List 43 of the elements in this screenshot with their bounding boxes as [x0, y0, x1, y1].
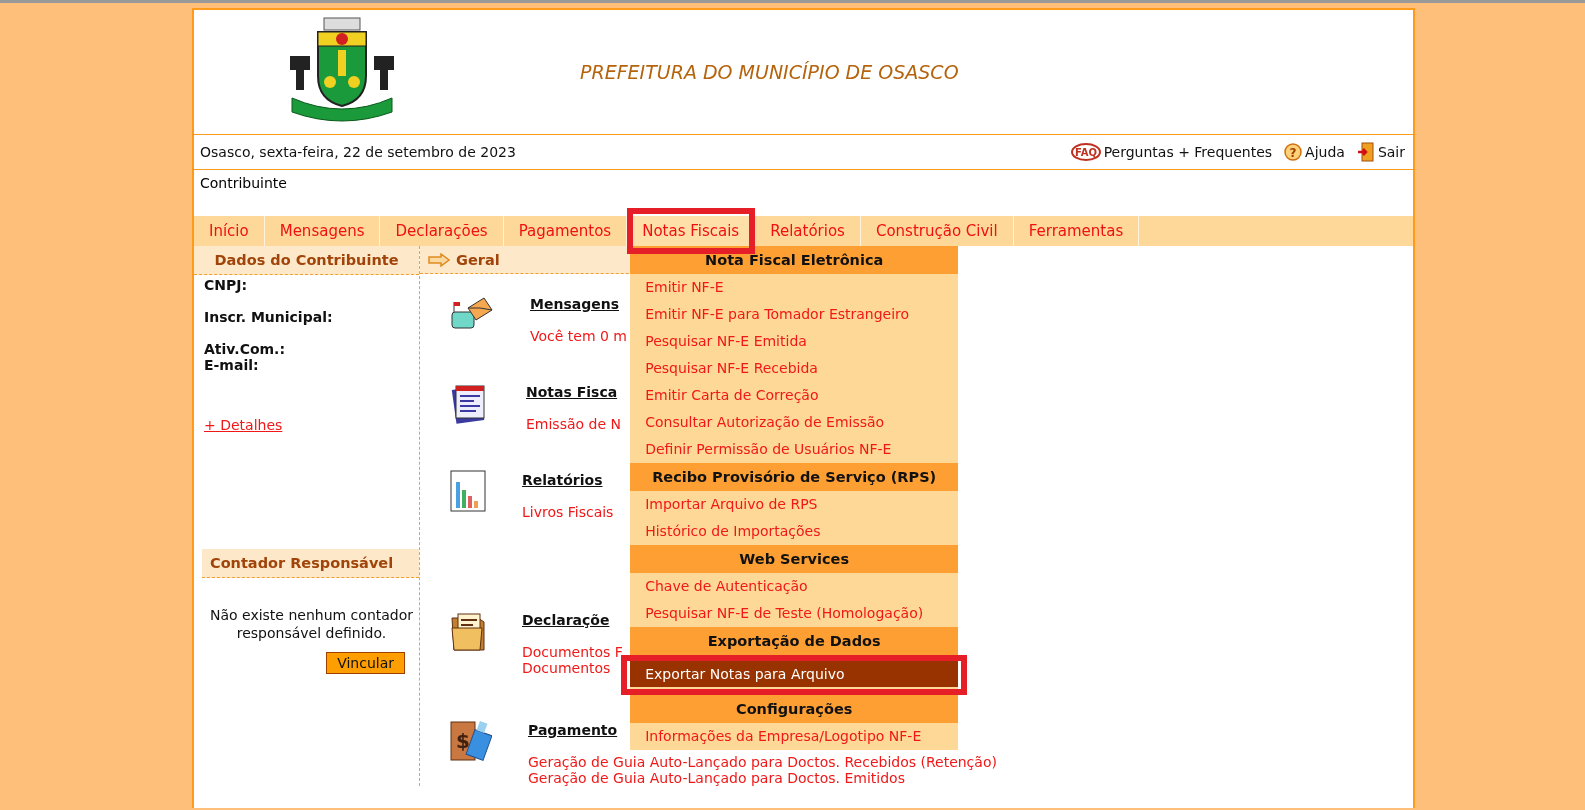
user-type-label: Contribuinte [200, 175, 287, 191]
item-link[interactable]: Livros Fiscais [522, 504, 614, 520]
item-link[interactable]: Geração de Guia Auto-Lançado para Doctos. Emitidos [528, 770, 905, 786]
item-link[interactable]: Documentos F [522, 644, 623, 660]
help-link[interactable]: Ajuda [1305, 144, 1345, 160]
field-label: Inscr. Municipal: [204, 309, 333, 325]
section-link[interactable]: Relatórios [522, 472, 603, 488]
section-title: Geral [456, 251, 500, 268]
section-link[interactable]: Declaraçõe [522, 612, 610, 628]
item-link[interactable]: Documentos [522, 660, 611, 676]
menu-group-header: Nota Fiscal Eletrônica [630, 246, 959, 274]
menu-group-header: Recibo Provisório de Serviço (RPS) [630, 463, 959, 491]
faq-link[interactable]: Perguntas + Frequentes [1103, 144, 1273, 160]
section-header: Dados do Contribuinte [194, 246, 419, 275]
nav-tab[interactable]: Relatórios [755, 216, 861, 246]
folder-icon [450, 610, 486, 652]
section-link[interactable]: Pagamento [528, 722, 618, 738]
details-link[interactable]: + Detalhes [204, 417, 283, 433]
exit-link[interactable]: Sair [1377, 144, 1405, 160]
item-link[interactable]: Geração de Guia Auto-Lançado para Doctos. Recebidos (Retenção) [528, 754, 997, 770]
help-icon: ? [1284, 143, 1303, 161]
field-label: Ativ.Com.: [204, 341, 286, 357]
section-header: Contador Responsável [202, 549, 419, 578]
section-link[interactable]: Mensagens [530, 296, 619, 312]
no-accountant-message: Não existe nenhum contador responsável definido. [208, 606, 415, 642]
arrow-right-icon [428, 252, 450, 267]
menu-item[interactable]: Exportar Notas para Arquivo [630, 661, 959, 687]
menu-group-header: Configurações [630, 695, 959, 723]
bar-chart-icon [450, 470, 486, 512]
nav-tab[interactable]: Ferramentas [1013, 216, 1140, 246]
faq-icon: FAQ [1070, 143, 1101, 161]
nav-tab[interactable]: Construção Civil [860, 216, 1014, 246]
page-title: PREFEITURA DO MUNICÍPIO DE OSASCO [580, 61, 959, 83]
field-label: CNPJ: [204, 277, 248, 293]
item-link[interactable]: Emissão de N [526, 416, 621, 432]
link-button[interactable]: Vincular [326, 652, 405, 674]
item-link[interactable]: Você tem 0 m [530, 328, 627, 344]
exit-door-icon [1356, 142, 1375, 162]
menu-group-header: Web Services [630, 545, 959, 573]
section-link[interactable]: Notas Fisca [526, 384, 618, 400]
date-text: Osasco, sexta-feira, 22 de setembro de 2023 [200, 144, 516, 160]
menu-group-header: Exportação de Dados [630, 627, 959, 655]
field-label: E-mail: [204, 357, 259, 373]
